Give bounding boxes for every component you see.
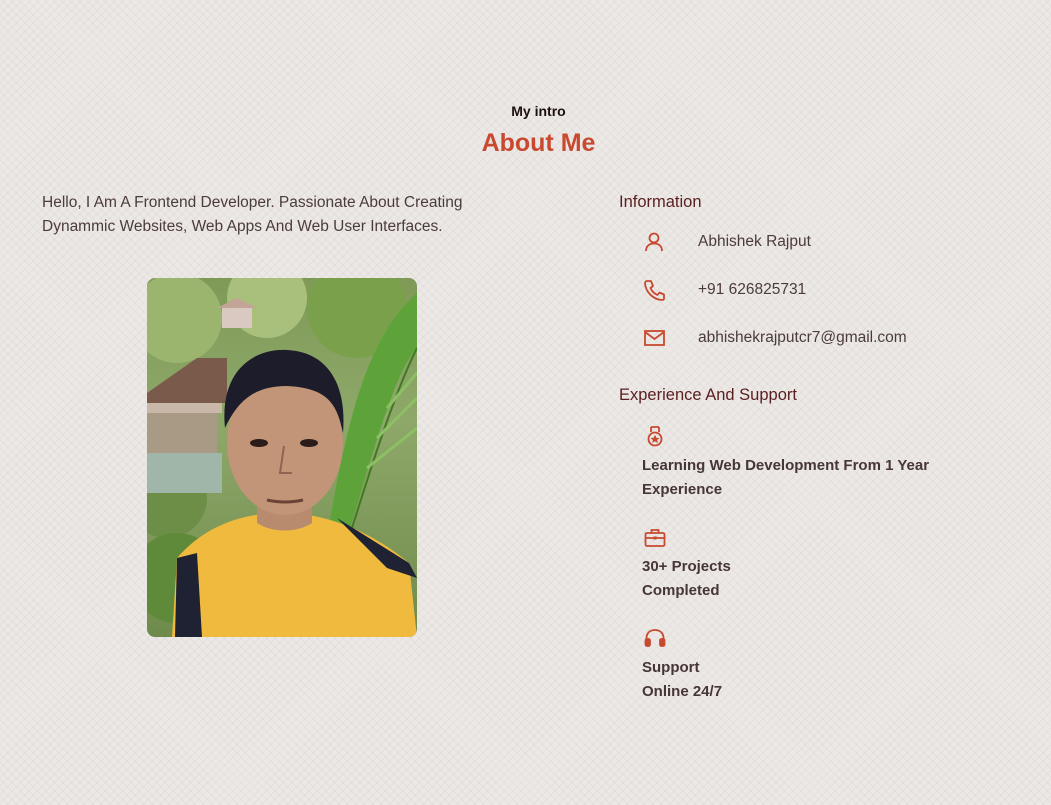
- experience-projects-text: 30+ Projects Completed: [642, 558, 731, 599]
- experience-item-learning: Learning Web Development From 1 Year Exp…: [642, 424, 972, 502]
- headset-icon: [644, 629, 666, 647]
- experience-heading: Experience And Support: [619, 386, 797, 404]
- experience-learning-text: Learning Web Development From 1 Year Exp…: [642, 457, 930, 498]
- experience-item-support: Support Online 24/7: [642, 626, 972, 704]
- section-subtitle: My intro: [511, 103, 566, 119]
- experience-support-text: Support Online 24/7: [642, 659, 723, 700]
- user-icon: [645, 232, 663, 252]
- info-phone: +91 626825731: [698, 281, 807, 298]
- mail-icon: [644, 330, 665, 346]
- about-description: Hello, I Am A Frontend Developer. Passio…: [42, 194, 463, 235]
- information-heading: Information: [619, 193, 702, 211]
- profile-photo: [147, 278, 417, 637]
- info-row-name: Abhishek Rajput: [641, 229, 1021, 257]
- info-row-phone: +91 626825731: [641, 277, 1021, 305]
- info-row-email: abhishekrajputcr7@gmail.com: [641, 325, 1021, 353]
- briefcase-icon: [644, 529, 666, 547]
- experience-item-projects: 30+ Projects Completed: [642, 525, 972, 603]
- medal-icon: [647, 426, 663, 447]
- info-email: abhishekrajputcr7@gmail.com: [698, 329, 907, 346]
- section-title: About Me: [481, 129, 596, 157]
- info-name: Abhishek Rajput: [698, 233, 811, 250]
- phone-icon: [644, 280, 665, 301]
